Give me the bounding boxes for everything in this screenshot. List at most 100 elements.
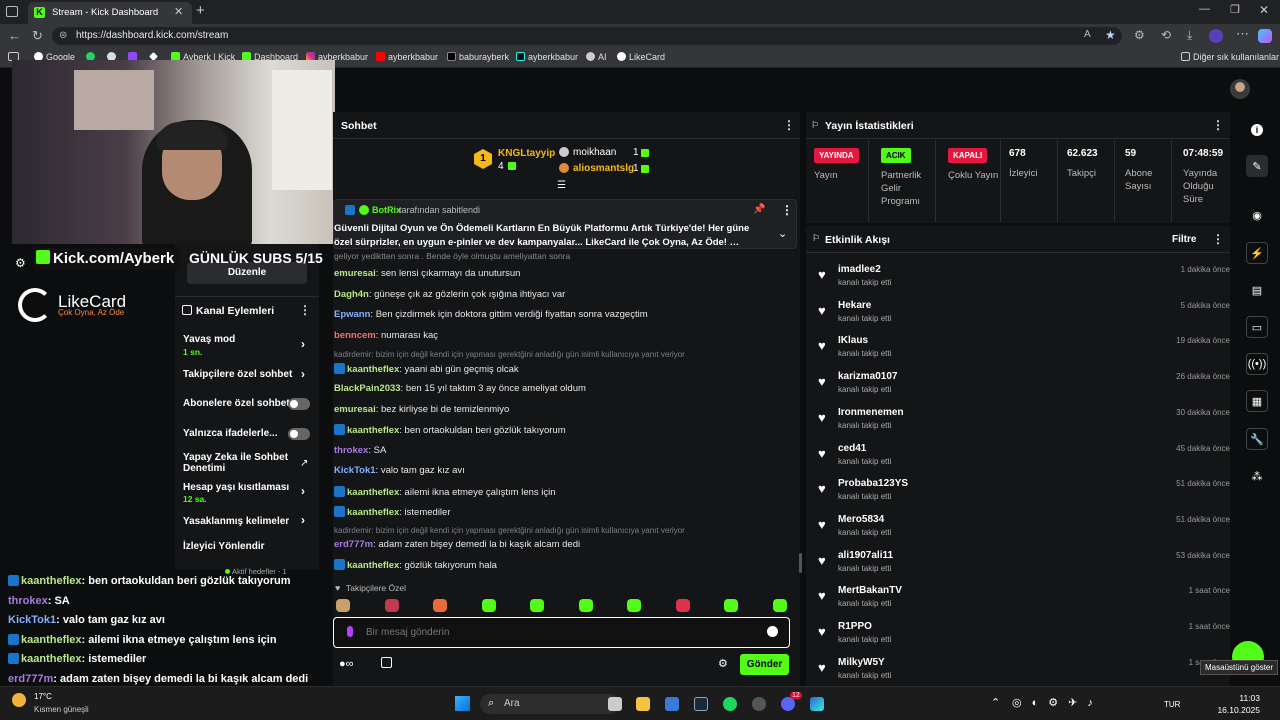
chat-menu-icon[interactable]: ⋮: [783, 118, 795, 132]
points-icon[interactable]: ●∞: [339, 658, 354, 670]
chat-message[interactable]: Dagh4n: güneşe çık az gözlerin çok ışığı…: [334, 289, 565, 300]
pinned-by-user[interactable]: BotRix: [372, 205, 401, 215]
event-item[interactable]: ♥ Probaba123YS kanalı takip etti 51 dakika …: [818, 476, 1230, 510]
extensions-icon[interactable]: ⚙: [1134, 28, 1145, 42]
leader-first-name[interactable]: KNGLtayyip: [498, 148, 555, 159]
broadcast-icon[interactable]: ((•)): [1246, 353, 1268, 375]
chat-username[interactable]: emuresai: [334, 404, 376, 415]
chat-username[interactable]: kaantheflex: [347, 425, 399, 436]
chat-username[interactable]: kaantheflex: [347, 507, 399, 518]
browser-tab[interactable]: K Stream - Kick Dashboard ✕: [28, 2, 192, 24]
expand-leaderboard-icon[interactable]: ☰: [557, 180, 566, 191]
emote-icon[interactable]: [675, 599, 690, 612]
chat-input[interactable]: [366, 624, 746, 640]
document-icon[interactable]: ▤: [1246, 279, 1268, 301]
wrench-icon[interactable]: 🔧: [1246, 428, 1268, 450]
chat-scrollbar[interactable]: [799, 553, 802, 573]
event-item[interactable]: ♥ karizma0107 kanalı takip etti 26 dakika ö…: [818, 369, 1230, 403]
file-explorer-icon[interactable]: [636, 697, 650, 711]
chat-username[interactable]: kaantheflex: [347, 560, 399, 571]
chat-message[interactable]: throkex: SA: [334, 445, 386, 456]
event-username[interactable]: karizma0107: [838, 371, 898, 382]
event-item[interactable]: ♥ IKlaus kanalı takip etti 19 dakika önce: [818, 333, 1230, 367]
task-view-icon[interactable]: [608, 697, 622, 711]
steam-icon[interactable]: [694, 697, 708, 711]
pinned-menu-icon[interactable]: ⋮: [781, 203, 793, 217]
bookmark-tiktok[interactable]: ayberkbabur: [516, 52, 578, 62]
history-icon[interactable]: ⟲: [1161, 28, 1171, 42]
send-button[interactable]: Gönder: [740, 654, 789, 675]
event-item[interactable]: ♥ MertBakanTV kanalı takip etti 1 saat önce: [818, 583, 1230, 617]
read-aloud-icon[interactable]: A: [1084, 29, 1091, 40]
emote-icon[interactable]: [336, 599, 350, 612]
other-bookmarks[interactable]: Diğer sık kullanılanlar: [1181, 52, 1279, 62]
emoji-picker-icon[interactable]: [767, 626, 778, 637]
layout-icon[interactable]: ▦: [1246, 390, 1268, 412]
event-username[interactable]: MertBakanTV: [838, 585, 902, 596]
copilot-icon[interactable]: [1258, 29, 1272, 43]
chat-message[interactable]: erd777m: adam zaten bişey demedi la bi k…: [334, 539, 580, 550]
chat-username[interactable]: Dagh4n: [334, 289, 369, 300]
emote-icon[interactable]: [481, 599, 496, 612]
new-tab-button[interactable]: +: [196, 2, 205, 19]
chat-username[interactable]: KickTok1: [334, 465, 376, 476]
browser-menu-icon[interactable]: ⋯: [1236, 26, 1249, 42]
store-icon[interactable]: [665, 697, 679, 711]
chat-message[interactable]: emuresai: sen lensi çıkarmayı da unuturs…: [334, 268, 520, 279]
chat-username[interactable]: throkex: [334, 445, 368, 456]
event-item[interactable]: ♥ Ironmenemen kanalı takip etti 30 dakika ö…: [818, 405, 1230, 439]
event-username[interactable]: Ironmenemen: [838, 407, 904, 418]
chat-message[interactable]: emuresai: bez kirliyse bi de temizlenmiy…: [334, 404, 509, 415]
event-username[interactable]: ali1907ali11: [838, 550, 893, 561]
followers-only-chevron-icon[interactable]: ›: [301, 367, 305, 381]
bookmark-x[interactable]: baburayberk: [447, 52, 509, 62]
channel-actions-menu-icon[interactable]: ⋮: [299, 303, 311, 317]
bookmark-likecard[interactable]: LikeCard: [617, 52, 665, 62]
event-username[interactable]: Mero5834: [838, 514, 884, 525]
leader-third-name[interactable]: aliosmantslg: [573, 163, 634, 174]
account-age-chevron-icon[interactable]: ›: [301, 484, 305, 498]
chat-message[interactable]: BlackPain2033: ben 15 yıl taktım 3 ay ön…: [334, 383, 586, 394]
event-username[interactable]: R1PPO: [838, 621, 872, 632]
bookmark-youtube[interactable]: ayberkbabur: [376, 52, 438, 62]
chat-username[interactable]: kaantheflex: [347, 487, 399, 498]
emote-icon[interactable]: [724, 599, 738, 612]
chat-message[interactable]: Epwann: Ben çizdirmek için doktora gitti…: [334, 309, 648, 320]
chat-message[interactable]: kaantheflex: yaani abi gün geçmiş olcak: [334, 362, 519, 375]
emote-icon[interactable]: [384, 599, 399, 612]
emotes-only-toggle[interactable]: [288, 428, 310, 440]
emote-icon[interactable]: [627, 599, 641, 612]
chat-username[interactable]: kaantheflex: [347, 364, 399, 375]
banned-words-chevron-icon[interactable]: ›: [301, 513, 305, 527]
chat-message[interactable]: benncem: numarası kaç: [334, 330, 438, 341]
discord-icon[interactable]: [781, 697, 795, 711]
event-item[interactable]: ♥ ced41 kanalı takip etti 45 dakika önce: [818, 441, 1230, 475]
chat-message[interactable]: kaantheflex: ben ortaokuldan beri gözlük…: [334, 424, 566, 436]
search-box[interactable]: ⌕ Ara: [480, 694, 620, 714]
subscribers-only-toggle[interactable]: [288, 398, 310, 410]
event-item[interactable]: ♥MilkyW5Ykanalı takip etti1 saat önce: [818, 655, 1230, 689]
input-language[interactable]: TUR: [1164, 700, 1180, 709]
external-link-icon[interactable]: ↗: [300, 458, 308, 469]
slow-mode-chevron-icon[interactable]: ›: [301, 337, 305, 351]
tab-close-icon[interactable]: ✕: [174, 5, 183, 18]
info-icon[interactable]: i: [1246, 119, 1268, 141]
pin-icon[interactable]: 📌: [753, 204, 765, 215]
lightning-icon[interactable]: ⚡: [1246, 242, 1268, 264]
favorite-star-icon[interactable]: ★: [1105, 28, 1116, 42]
event-username[interactable]: Probaba123YS: [838, 478, 908, 489]
emote-icon[interactable]: [530, 599, 544, 612]
app-icon[interactable]: [752, 697, 766, 711]
chat-message[interactable]: KickTok1: valo tam gaz kız avı: [334, 465, 465, 476]
event-item[interactable]: ♥ Hekare kanalı takip etti 5 dakika önce: [818, 298, 1230, 332]
clock-date[interactable]: 16.10.2025: [1212, 705, 1260, 715]
pinned-expand-icon[interactable]: ⌄: [778, 227, 787, 240]
event-username[interactable]: Hekare: [838, 300, 871, 311]
event-username[interactable]: ced41: [838, 443, 866, 454]
profile-avatar[interactable]: [1209, 29, 1223, 43]
emote-icon[interactable]: [433, 599, 447, 612]
bookmark-ai[interactable]: AI: [586, 52, 607, 62]
chat-message[interactable]: kaantheflex: ailemi ikna etmeye çalıştım…: [334, 485, 556, 498]
user-avatar[interactable]: [1230, 79, 1250, 99]
url-field[interactable]: ⊜ https://dashboard.kick.com/stream A ★: [52, 27, 1122, 45]
